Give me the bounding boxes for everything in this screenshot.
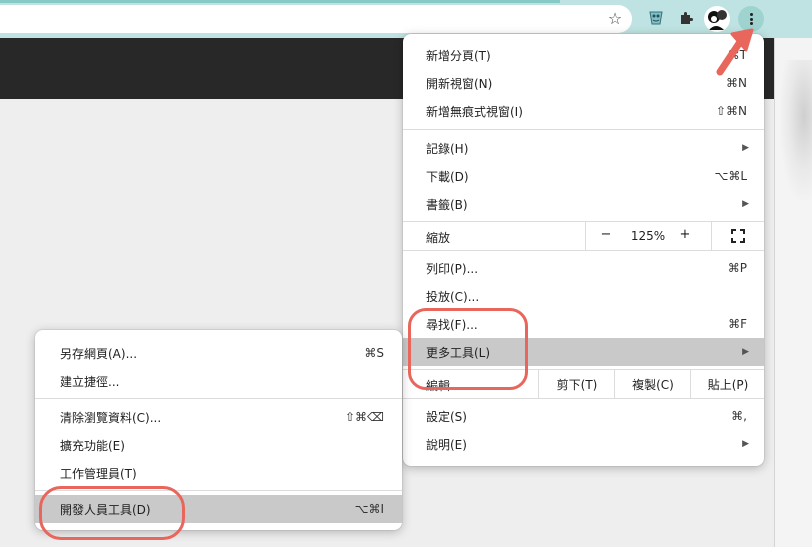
menu-item-shortcut: ⌘F	[728, 317, 747, 331]
menu-separator	[403, 250, 764, 251]
menu-zoom-row: 縮放 − 125% +	[403, 222, 764, 250]
submenu-arrow-icon: ▶	[742, 199, 749, 209]
menu-item-shortcut: ⌘P	[727, 261, 747, 275]
menu-item-label: 擴充功能(E)	[60, 438, 125, 453]
menu-item-label: 設定(S)	[426, 409, 467, 424]
tab-strip-edge	[0, 0, 560, 3]
menu-item-bookmarks[interactable]: 書籤(B) ▶	[403, 190, 764, 218]
zoom-in-button[interactable]: +	[677, 227, 693, 245]
menu-item-label: 另存網頁(A)...	[60, 346, 138, 361]
chrome-main-menu: 新增分頁(T) ⌘T 開新視窗(N) ⌘N 新增無痕式視窗(I) ⇧⌘N 記錄(…	[403, 34, 764, 466]
address-bar[interactable]	[0, 5, 632, 33]
menu-item-settings[interactable]: 設定(S) ⌘,	[403, 402, 764, 430]
menu-item-history[interactable]: 記錄(H) ▶	[403, 134, 764, 162]
zoom-label: 縮放	[426, 231, 451, 245]
menu-item-task-manager[interactable]: 工作管理員(T)	[35, 459, 402, 487]
menu-item-shortcut: ⇧⌘⌫	[344, 410, 384, 424]
menu-item-clear-data[interactable]: 清除瀏覽資料(C)... ⇧⌘⌫	[35, 403, 402, 431]
menu-item-label: 工作管理員(T)	[60, 466, 137, 481]
annotation-circle-more-tools	[408, 308, 528, 390]
annotation-arrow-icon	[716, 28, 754, 76]
menu-item-label: 投放(C)...	[426, 289, 480, 304]
menu-item-shortcut: ⌘S	[364, 346, 384, 360]
menu-item-label: 新增無痕式視窗(I)	[426, 104, 523, 119]
menu-separator	[35, 398, 402, 399]
fullscreen-icon	[731, 229, 745, 243]
copy-button[interactable]: 複製(C)	[614, 370, 691, 398]
cut-button[interactable]: 剪下(T)	[538, 370, 615, 398]
menu-item-cast[interactable]: 投放(C)...	[403, 282, 764, 310]
puzzle-icon[interactable]	[676, 7, 698, 29]
menu-item-label: 下載(D)	[426, 169, 469, 184]
extension-icon[interactable]	[645, 7, 667, 29]
menu-item-label: 建立捷徑...	[60, 374, 120, 389]
menu-item-create-shortcut[interactable]: 建立捷徑...	[35, 367, 402, 395]
submenu-arrow-icon: ▶	[742, 143, 749, 153]
menu-item-extensions[interactable]: 擴充功能(E)	[35, 431, 402, 459]
menu-item-shortcut: ⌘,	[731, 409, 747, 423]
menu-item-shortcut: ⌥⌘L	[714, 169, 747, 183]
menu-item-label: 新增分頁(T)	[426, 48, 491, 63]
menu-item-shortcut: ⌘N	[726, 76, 747, 90]
menu-item-label: 清除瀏覽資料(C)...	[60, 410, 162, 425]
menu-separator	[403, 129, 764, 130]
menu-item-label: 記錄(H)	[426, 141, 469, 156]
menu-item-print[interactable]: 列印(P)... ⌘P	[403, 254, 764, 282]
menu-item-downloads[interactable]: 下載(D) ⌥⌘L	[403, 162, 764, 190]
annotation-circle-dev-tools	[39, 486, 185, 540]
menu-separator	[403, 398, 764, 399]
menu-item-label: 列印(P)...	[426, 261, 479, 276]
submenu-arrow-icon: ▶	[742, 347, 749, 357]
zoom-out-button[interactable]: −	[598, 227, 614, 245]
background-texture	[780, 60, 812, 200]
menu-item-shortcut: ⇧⌘N	[715, 104, 747, 118]
menu-item-incognito[interactable]: 新增無痕式視窗(I) ⇧⌘N	[403, 97, 764, 125]
menu-item-label: 開新視窗(N)	[426, 76, 493, 91]
zoom-level: 125%	[630, 229, 666, 243]
menu-item-shortcut: ⌥⌘I	[354, 502, 384, 516]
zoom-controls: − 125% +	[585, 222, 765, 250]
menu-item-help[interactable]: 說明(E) ▶	[403, 430, 764, 458]
submenu-arrow-icon: ▶	[742, 439, 749, 449]
menu-item-label: 說明(E)	[426, 437, 467, 452]
kebab-dot	[749, 13, 753, 16]
fullscreen-button[interactable]	[711, 222, 766, 250]
star-icon[interactable]: ☆	[604, 7, 626, 29]
paste-button[interactable]: 貼上(P)	[690, 370, 765, 398]
menu-item-label: 書籤(B)	[426, 197, 468, 212]
kebab-dot	[749, 17, 753, 21]
menu-item-save-page[interactable]: 另存網頁(A)... ⌘S	[35, 339, 402, 367]
